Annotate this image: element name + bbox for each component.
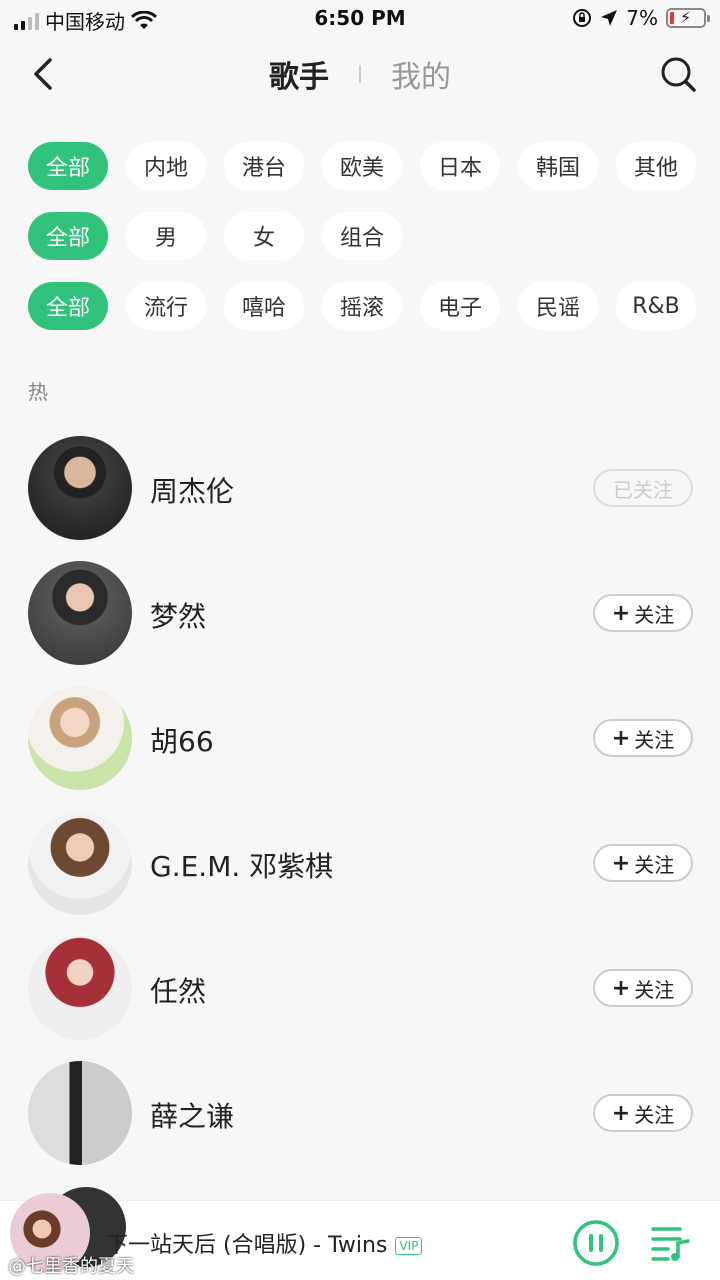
- chip-region[interactable]: 内地: [126, 142, 206, 190]
- follow-button[interactable]: + 关注: [593, 844, 693, 882]
- chip-gender[interactable]: 男: [126, 212, 206, 260]
- chip-region[interactable]: 其他: [616, 142, 696, 190]
- battery-icon: ⚡: [666, 8, 710, 28]
- artist-name[interactable]: 任然: [150, 970, 206, 1010]
- search-icon[interactable]: [658, 54, 698, 94]
- chip-gender[interactable]: 全部: [28, 212, 108, 260]
- chip-genre[interactable]: 民谣: [518, 282, 598, 330]
- chip-gender[interactable]: 组合: [322, 212, 402, 260]
- artist-row[interactable]: G.E.M. 邓紫棋 + 关注: [28, 811, 693, 936]
- chip-region[interactable]: 港台: [224, 142, 304, 190]
- chip-region[interactable]: 欧美: [322, 142, 402, 190]
- vip-badge: VIP: [395, 1237, 423, 1255]
- pause-icon[interactable]: [572, 1219, 620, 1267]
- nav-bar: 歌手 我的: [0, 40, 720, 110]
- chip-genre[interactable]: 摇滚: [322, 282, 402, 330]
- avatar[interactable]: [28, 561, 132, 665]
- battery-percent: 7%: [626, 6, 658, 30]
- follow-label: 关注: [634, 602, 675, 627]
- plus-icon: +: [611, 975, 631, 1001]
- artist-row[interactable]: 胡66 + 关注: [28, 686, 693, 811]
- avatar[interactable]: [28, 1061, 132, 1165]
- followed-button[interactable]: 已关注: [593, 469, 693, 507]
- artist-name[interactable]: 梦然: [150, 595, 206, 635]
- artist-name[interactable]: 周杰伦: [150, 470, 234, 510]
- chip-region[interactable]: 日本: [420, 142, 500, 190]
- chip-genre[interactable]: 流行: [126, 282, 206, 330]
- watermark-text: @七里香的夏天: [8, 1256, 134, 1277]
- chip-gender[interactable]: 女: [224, 212, 304, 260]
- rotation-lock-icon: [573, 9, 592, 27]
- follow-button[interactable]: + 关注: [593, 719, 693, 757]
- follow-label: 关注: [634, 977, 675, 1002]
- plus-icon: +: [611, 850, 631, 876]
- follow-label: 关注: [634, 1102, 675, 1127]
- region-filter-row: 全部 内地 港台 欧美 日本 韩国 其他: [28, 142, 720, 192]
- artist-row[interactable]: 任然 + 关注: [28, 936, 693, 1061]
- chip-genre[interactable]: 嘻哈: [224, 282, 304, 330]
- plus-icon: +: [611, 600, 631, 626]
- follow-button[interactable]: + 关注: [593, 969, 693, 1007]
- location-icon: [601, 10, 618, 26]
- artist-name[interactable]: 胡66: [150, 720, 214, 760]
- track-title: 下一站天后 (合唱版) - Twins: [106, 1233, 388, 1258]
- artist-name[interactable]: 薛之谦: [150, 1095, 234, 1135]
- artist-row[interactable]: 薛之谦 + 关注: [28, 1061, 693, 1186]
- status-bar: 中国移动 6:50 PM 7% ⚡: [0, 0, 720, 40]
- artist-row[interactable]: 梦然 + 关注: [28, 561, 693, 686]
- follow-button[interactable]: + 关注: [593, 1094, 693, 1132]
- chip-genre[interactable]: 全部: [28, 282, 108, 330]
- filter-panel: 全部 内地 港台 欧美 日本 韩国 其他 全部 男 女 组合 全部 流行 嘻哈 …: [28, 142, 720, 352]
- playlist-icon[interactable]: [650, 1223, 692, 1263]
- chip-genre[interactable]: R&B: [616, 282, 696, 330]
- tab-mine[interactable]: 我的: [361, 52, 481, 96]
- chip-genre[interactable]: 电子: [420, 282, 500, 330]
- avatar[interactable]: [28, 811, 132, 915]
- genre-filter-row: 全部 流行 嘻哈 摇滚 电子 民谣 R&B: [28, 282, 720, 332]
- artist-name[interactable]: G.E.M. 邓紫棋: [150, 845, 333, 885]
- plus-icon: +: [611, 725, 631, 751]
- artist-list: 周杰伦 已关注 梦然 + 关注 胡66 + 关注 G.E.M. 邓紫棋 + 关注 任然…: [28, 436, 693, 1186]
- artist-row[interactable]: 周杰伦 已关注: [28, 436, 693, 561]
- avatar[interactable]: [28, 936, 132, 1040]
- section-hot-label: 热: [28, 380, 48, 404]
- avatar[interactable]: [28, 686, 132, 790]
- avatar[interactable]: [28, 436, 132, 540]
- chip-region[interactable]: 韩国: [518, 142, 598, 190]
- chip-region[interactable]: 全部: [28, 142, 108, 190]
- tab-singers[interactable]: 歌手: [239, 52, 359, 96]
- follow-button[interactable]: + 关注: [593, 594, 693, 632]
- follow-label: 关注: [634, 727, 675, 752]
- follow-label: 关注: [634, 852, 675, 877]
- now-playing-title[interactable]: 下一站天后 (合唱版) - Twins VIP: [106, 1227, 423, 1259]
- gender-filter-row: 全部 男 女 组合: [28, 212, 720, 262]
- plus-icon: +: [611, 1100, 631, 1126]
